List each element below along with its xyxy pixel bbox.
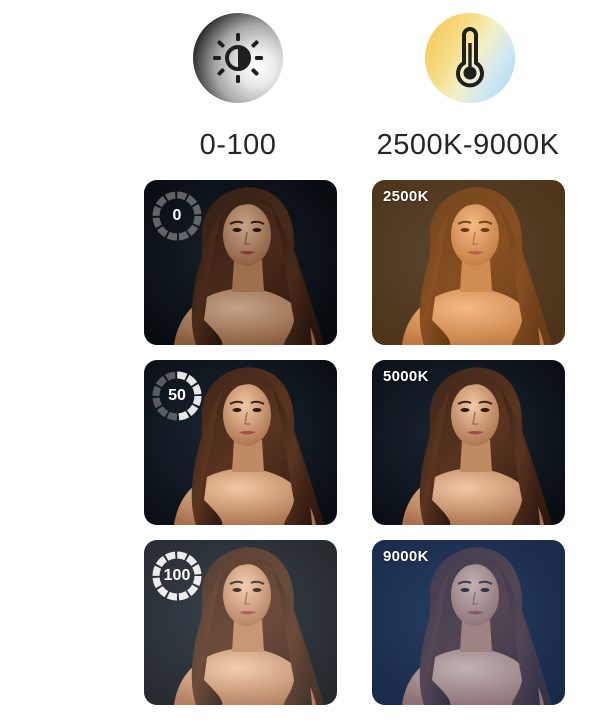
color-temperature-level: 5000K	[383, 368, 429, 385]
brightness-level: 0	[172, 207, 182, 224]
brightness-range-label: 0-100	[199, 129, 277, 161]
brightness-photo-100: 100	[144, 540, 337, 705]
thermometer-icon	[425, 13, 515, 103]
brightness-dial: 0	[149, 188, 205, 244]
brightness-dial: 50	[149, 368, 205, 424]
brightness-dial: 100	[149, 548, 205, 604]
brightness-icon	[193, 13, 283, 103]
color-temperature-range-label: 2500K-9000K	[376, 129, 560, 161]
color-temperature-photo-5000k: 5000K	[372, 360, 565, 525]
brightness-photo-50: 50	[144, 360, 337, 525]
color-temperature-level: 2500K	[383, 188, 429, 205]
color-temperature-photo-2500k: 2500K	[372, 180, 565, 345]
brightness-level: 100	[163, 567, 191, 584]
color-temperature-level: 9000K	[383, 548, 429, 565]
brightness-level: 50	[168, 387, 186, 404]
brightness-photo-0: 0	[144, 180, 337, 345]
color-temperature-photo-9000k: 9000K	[372, 540, 565, 705]
